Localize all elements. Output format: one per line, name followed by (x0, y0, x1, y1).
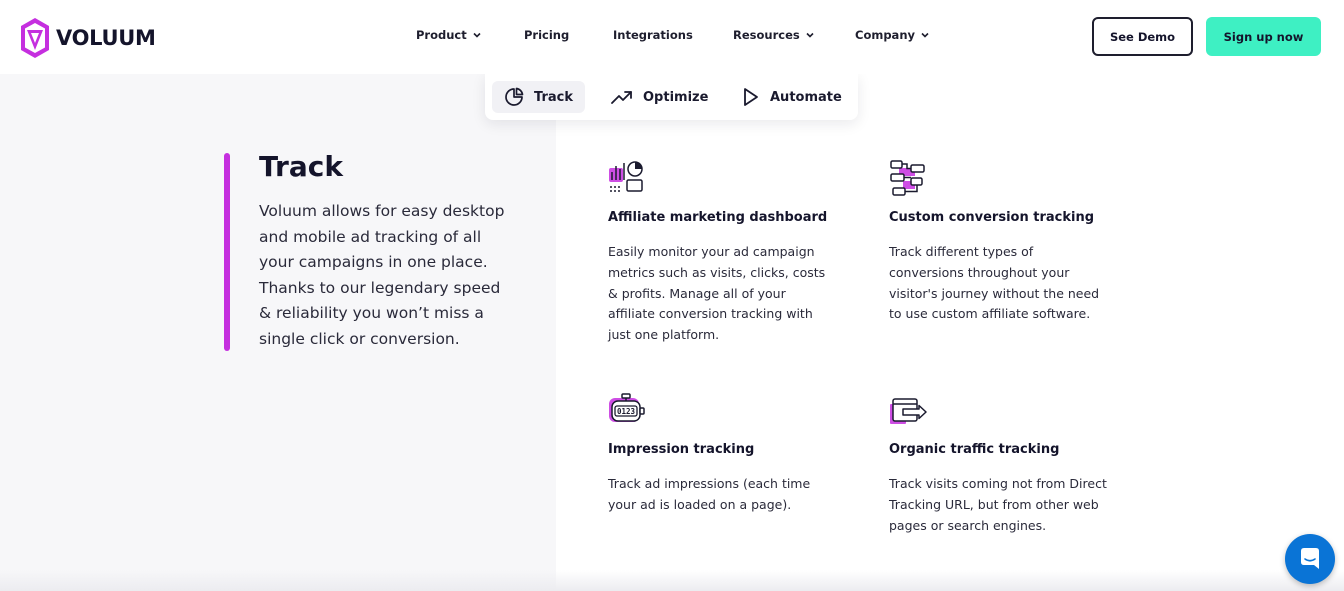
pie-chart-icon (505, 87, 524, 106)
bottom-divider (0, 570, 1344, 591)
nav-item-label: Integrations (613, 28, 693, 42)
feature-title: Impression tracking (608, 442, 755, 457)
nav-item-product[interactable]: Product (416, 28, 482, 42)
tab-optimize[interactable]: Optimize (599, 81, 720, 113)
nav-item-company[interactable]: Company (855, 28, 930, 42)
voluum-logo[interactable]: VOLUUM (20, 16, 156, 60)
tab-label: Track (534, 89, 573, 105)
chevron-down-icon (806, 32, 814, 38)
nav-item-integrations[interactable]: Integrations (613, 28, 693, 42)
tab-track[interactable]: Track (492, 81, 585, 113)
browser-arrow-icon (890, 398, 927, 424)
svg-text:0123: 0123 (617, 407, 636, 416)
tab-label: Automate (770, 89, 842, 105)
section-title: Track (259, 150, 343, 183)
tab-automate[interactable]: Automate (730, 81, 854, 113)
feature-description: Easily monitor your ad campaign metrics … (608, 244, 826, 343)
nav-item-label: Pricing (524, 28, 570, 42)
voluum-logo-icon (21, 18, 49, 58)
sign-up-button[interactable]: Sign up now (1206, 17, 1321, 56)
chat-widget-button[interactable] (1285, 534, 1335, 584)
nav-item-label: Resources (733, 28, 800, 42)
nav-item-resources[interactable]: Resources (733, 28, 815, 42)
feature-title: Organic traffic tracking (889, 442, 1060, 457)
dashboard-icon (609, 161, 643, 192)
nav-item-label: Product (416, 28, 467, 42)
chevron-down-icon (921, 32, 929, 38)
tab-label: Optimize (643, 89, 709, 105)
feature-title: Custom conversion tracking (889, 210, 1095, 225)
accent-bar (224, 153, 230, 351)
feature-description: Track visits coming not from Direct Trac… (889, 476, 1107, 533)
brand-name: VOLUUM (56, 26, 156, 50)
nav-item-label: Company (855, 28, 915, 42)
play-icon (744, 88, 758, 106)
site-header: VOLUUM Product Pricing Integrations Reso… (0, 0, 1344, 74)
trending-up-icon (611, 91, 632, 104)
feature-title: Affiliate marketing dashboard (608, 210, 828, 225)
flow-icon (890, 160, 925, 196)
chevron-down-icon (473, 32, 481, 38)
feature-description: Track different types of conversions thr… (889, 244, 1100, 322)
counter-icon: 0123 (609, 393, 645, 422)
chat-icon (1301, 548, 1319, 569)
feature-tabs: Track Optimize Automate (485, 74, 858, 120)
section-description: Voluum allows for easy desktop and mobil… (259, 202, 505, 348)
nav-item-pricing[interactable]: Pricing (524, 28, 569, 42)
see-demo-button[interactable]: See Demo (1092, 17, 1193, 56)
feature-description: Track ad impressions (each time your ad … (608, 476, 811, 512)
